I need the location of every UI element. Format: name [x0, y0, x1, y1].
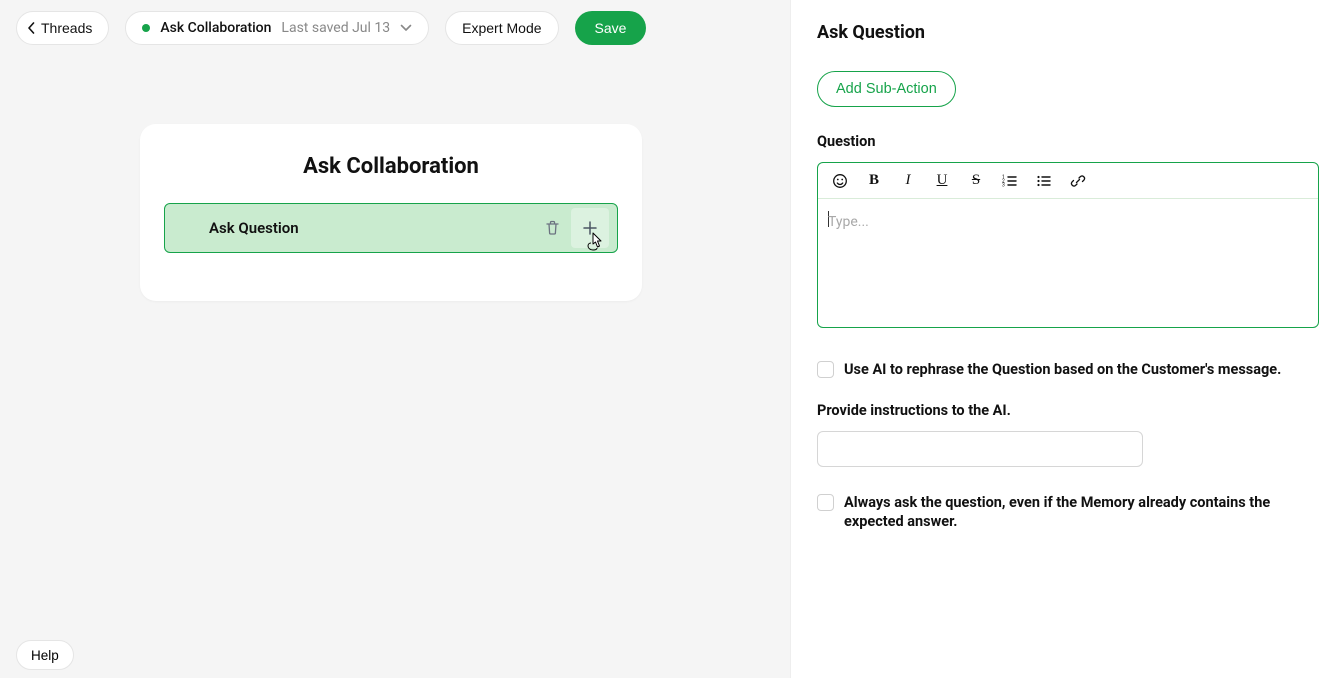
- ai-rephrase-checkbox[interactable]: [817, 361, 834, 378]
- ordered-list-button[interactable]: 1 2 3: [1000, 171, 1020, 191]
- link-button[interactable]: [1068, 171, 1088, 191]
- always-ask-label: Always ask the question, even if the Mem…: [844, 493, 1304, 532]
- help-label: Help: [31, 648, 59, 663]
- emoji-button[interactable]: [830, 171, 850, 191]
- add-sub-label: Add Sub-Action: [836, 81, 937, 97]
- underline-button[interactable]: U: [932, 171, 952, 191]
- instructions-label: Provide instructions to the AI.: [817, 402, 1316, 419]
- add-sub-action-button[interactable]: Add Sub-Action: [817, 71, 956, 107]
- unordered-list-button[interactable]: [1034, 171, 1054, 191]
- save-button[interactable]: Save: [575, 11, 647, 45]
- ai-rephrase-label: Use AI to rephrase the Question based on…: [844, 360, 1281, 380]
- expert-label: Expert Mode: [462, 20, 541, 36]
- ordered-list-icon: 1 2 3: [1002, 173, 1018, 189]
- details-sidebar: Ask Question Add Sub-Action Question B I…: [790, 0, 1330, 678]
- save-label: Save: [595, 20, 627, 36]
- back-threads-button[interactable]: Threads: [16, 11, 109, 45]
- question-textarea[interactable]: Type...: [818, 199, 1318, 327]
- project-status-pill[interactable]: Ask Collaboration Last saved Jul 13: [125, 11, 429, 45]
- italic-button[interactable]: I: [898, 171, 918, 191]
- svg-text:3: 3: [1002, 182, 1005, 188]
- question-editor[interactable]: B I U S 1 2 3: [817, 162, 1319, 328]
- canvas-card: Ask Collaboration Ask Question: [140, 124, 642, 301]
- back-label: Threads: [41, 20, 92, 36]
- expert-mode-button[interactable]: Expert Mode: [445, 11, 558, 45]
- bold-button[interactable]: B: [864, 171, 884, 191]
- editor-toolbar: B I U S 1 2 3: [818, 163, 1318, 199]
- project-name: Ask Collaboration: [160, 20, 271, 36]
- link-icon: [1070, 173, 1086, 189]
- add-action-button[interactable]: [571, 208, 609, 248]
- delete-action-button[interactable]: [533, 208, 571, 248]
- question-label: Question: [817, 133, 1316, 150]
- plus-icon: [582, 220, 598, 236]
- question-placeholder: Type...: [828, 214, 869, 230]
- chevron-left-icon: [27, 22, 35, 34]
- trash-icon: [545, 220, 560, 236]
- status-dot-icon: [142, 24, 150, 32]
- always-ask-checkbox[interactable]: [817, 494, 834, 511]
- action-row-ask-question[interactable]: Ask Question: [164, 203, 618, 253]
- panel-title: Ask Question: [817, 22, 1316, 43]
- canvas-title: Ask Collaboration: [164, 154, 618, 179]
- chevron-down-icon: [400, 24, 412, 32]
- instructions-input[interactable]: [817, 431, 1143, 467]
- emoji-icon: [832, 173, 848, 189]
- unordered-list-icon: [1036, 173, 1052, 189]
- saved-text: Last saved Jul 13: [281, 20, 390, 36]
- strikethrough-button[interactable]: S: [966, 171, 986, 191]
- action-label: Ask Question: [209, 219, 533, 237]
- help-button[interactable]: Help: [16, 640, 74, 670]
